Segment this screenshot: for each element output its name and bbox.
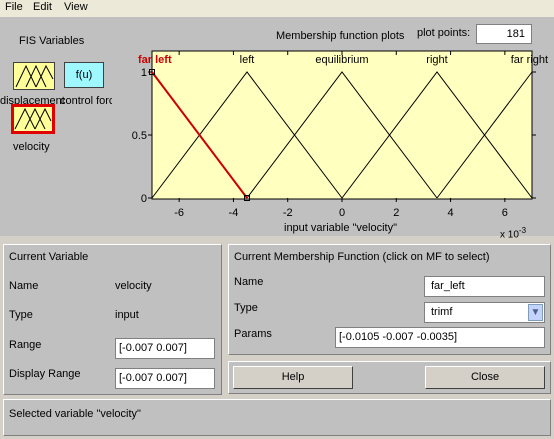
x-tick-label: -6 <box>174 207 184 219</box>
mf-name-input[interactable]: far_left <box>424 276 545 297</box>
mf-label-equilibrium: equilibrium <box>315 54 368 66</box>
x-tick-label: 6 <box>502 207 508 219</box>
variable-name-label: Name <box>9 280 39 292</box>
mf-type-label: Type <box>234 302 258 314</box>
x-tick-label: 2 <box>393 207 399 219</box>
help-button[interactable]: Help <box>233 366 353 389</box>
y-tick-label: 0 <box>141 193 147 205</box>
range-label: Range <box>9 339 42 351</box>
x-tick-label: 4 <box>448 207 454 219</box>
display-range-input[interactable]: [-0.007 0.007] <box>115 368 215 389</box>
y-tick-label: 0.5 <box>132 130 147 142</box>
status-text: Selected variable "velocity" <box>9 408 141 420</box>
variable-type-value: input <box>115 309 139 321</box>
current-mf-header: Current Membership Function (click on MF… <box>234 251 490 263</box>
range-input[interactable]: [-0.007 0.007] <box>115 338 215 359</box>
variable-name-value: velocity <box>115 280 152 292</box>
chevron-down-icon[interactable]: ▼ <box>528 304 543 321</box>
current-variable-header: Current Variable <box>9 251 89 263</box>
mf-type-select[interactable]: trimf <box>424 302 545 323</box>
mf-label-far-left: far left <box>138 54 172 66</box>
x-tick-label: -2 <box>283 207 293 219</box>
mf-label-left: left <box>240 54 255 66</box>
exponent-label: x 10-3 <box>500 226 527 241</box>
mf-params-input[interactable]: [-0.0105 -0.007 -0.0035] <box>335 327 545 348</box>
display-range-label: Display Range <box>9 368 81 380</box>
x-tick-label: -4 <box>229 207 239 219</box>
y-tick-label: 1 <box>141 67 147 79</box>
x-tick-label: 0 <box>339 207 345 219</box>
mf-name-label: Name <box>234 276 264 288</box>
mf-label-right: right <box>426 54 447 66</box>
plot-area <box>151 50 533 200</box>
plot-xlabel: input variable "velocity" <box>284 222 397 234</box>
variable-type-label: Type <box>9 309 33 321</box>
mf-params-label: Params <box>234 328 272 340</box>
close-button[interactable]: Close <box>425 366 545 389</box>
mf-label-far-right: far right <box>511 54 548 66</box>
mf-plot[interactable]: far left left equilibrium right far right -6… <box>0 0 554 240</box>
mf-type-value: trimf <box>431 306 453 318</box>
